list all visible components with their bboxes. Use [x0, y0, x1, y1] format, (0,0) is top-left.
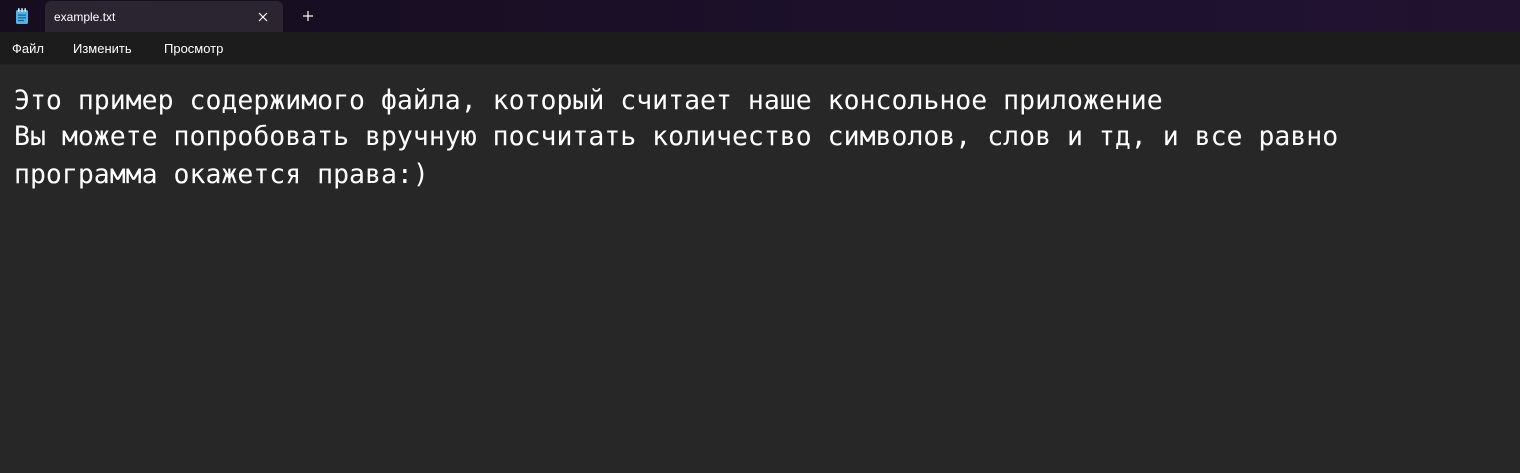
- text-line: программа окажется права:): [14, 159, 429, 190]
- plus-icon[interactable]: [299, 7, 317, 25]
- text-editor[interactable]: Это пример содержимого файла, который сч…: [0, 65, 1520, 473]
- title-bar: example.txt: [0, 0, 1520, 32]
- notepad-icon: [16, 8, 28, 24]
- menu-view[interactable]: Просмотр: [164, 41, 223, 57]
- text-line: Это пример содержимого файла, который сч…: [14, 85, 1163, 116]
- menu-file[interactable]: Файл: [12, 41, 44, 57]
- close-icon[interactable]: [254, 8, 272, 26]
- text-line: Вы можете попробовать вручную посчитать …: [14, 121, 1339, 152]
- menu-edit[interactable]: Изменить: [73, 41, 132, 57]
- notepad-window: example.txt Файл Изменить Просмотр Это п…: [0, 0, 1520, 473]
- tab-title: example.txt: [54, 10, 116, 24]
- menu-bar: Файл Изменить Просмотр: [0, 32, 1520, 65]
- tab-example-txt[interactable]: example.txt: [45, 1, 283, 32]
